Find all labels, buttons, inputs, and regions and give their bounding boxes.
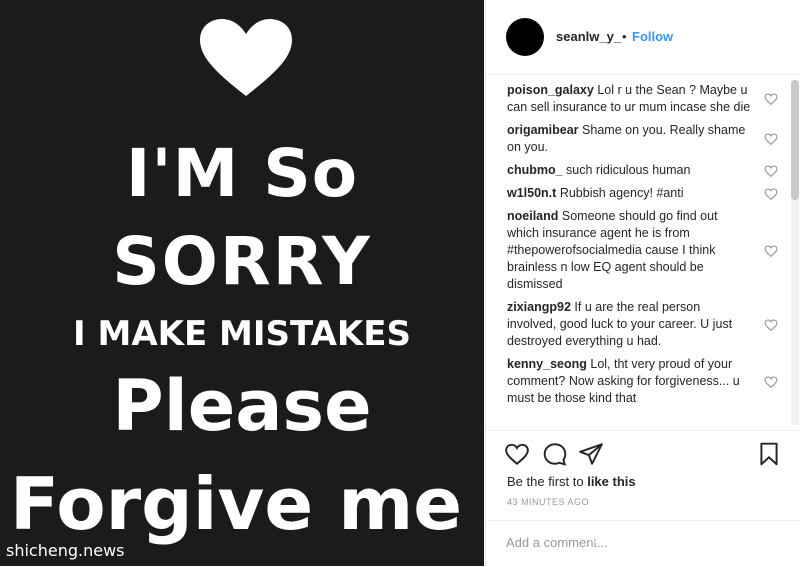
list-item: w1l50n.t Rubbish agency! #anti <box>486 185 786 202</box>
heart-icon[interactable] <box>764 92 778 106</box>
separator-dot: • <box>622 29 627 44</box>
timestamp[interactable]: 43 MINUTES AGO <box>507 497 589 507</box>
watermark: shicheng.news <box>6 541 125 560</box>
comment-username[interactable]: chubmo_ <box>507 163 563 177</box>
heart-icon[interactable] <box>764 375 778 389</box>
poster-text-line: Please <box>112 365 372 447</box>
heart-icon[interactable] <box>764 318 778 332</box>
comment-icon[interactable] <box>542 441 568 467</box>
comment-username[interactable]: kenny_seong <box>507 357 587 371</box>
heart-icon[interactable] <box>504 441 530 467</box>
comment-list: poison_galaxy Lol r u the Sean ? Maybe u… <box>486 76 786 428</box>
watermark: 新加坡红蚂蚁 <box>614 530 705 548</box>
poster-text-line: Forgive me <box>9 462 463 546</box>
post-sidebar: seanlw_y_ • Follow poison_galaxy Lol r u… <box>485 0 800 566</box>
post-image[interactable]: I'M So SORRY I MAKE MISTAKES Please Forg… <box>0 0 484 566</box>
scrollbar-thumb[interactable] <box>791 80 799 200</box>
comment-username[interactable]: noeiland <box>507 209 558 223</box>
list-item: origamibear Shame on you. Really shame o… <box>486 122 786 156</box>
heart-icon[interactable] <box>764 132 778 146</box>
list-item: noeiland Someone should go find out whic… <box>486 208 786 293</box>
action-bar <box>486 430 800 475</box>
follow-button[interactable]: Follow <box>632 29 673 44</box>
comment-text: such ridiculous human <box>566 163 691 177</box>
wechat-icon <box>589 529 609 545</box>
comment-username[interactable]: origamibear <box>507 123 579 137</box>
add-comment-bar: Add a comment... 新加坡红蚂蚁 <box>486 520 800 567</box>
heart-icon[interactable] <box>764 187 778 201</box>
heart-icon[interactable] <box>764 164 778 178</box>
like-this-link[interactable]: like this <box>587 474 635 489</box>
post-header: seanlw_y_ • Follow <box>486 0 800 75</box>
comments-scrollbar[interactable] <box>791 80 799 425</box>
comment-text: Rubbish agency! #anti <box>559 186 684 200</box>
list-item: kenny_seong Lol, tht very proud of your … <box>486 356 786 407</box>
comment-username[interactable]: poison_galaxy <box>507 83 594 97</box>
poster-text-line: I MAKE MISTAKES <box>73 314 411 354</box>
avatar[interactable] <box>506 18 544 56</box>
share-icon[interactable] <box>578 441 604 467</box>
likes-text: Be the first to like this <box>507 474 636 489</box>
heart-graphic <box>200 19 292 96</box>
list-item: zixiangp92 If u are the real person invo… <box>486 299 786 350</box>
comment-username[interactable]: zixiangp92 <box>507 300 571 314</box>
poster-text-line: I'M So <box>125 135 359 212</box>
likes-prefix: Be the first to <box>507 474 588 489</box>
poster-text-line: SORRY <box>112 223 372 300</box>
bookmark-icon[interactable] <box>756 441 782 467</box>
comment-username[interactable]: w1l50n.t <box>507 186 556 200</box>
list-item: poison_galaxy Lol r u the Sean ? Maybe u… <box>486 82 786 116</box>
username-link[interactable]: seanlw_y_ <box>556 29 621 44</box>
heart-icon[interactable] <box>764 244 778 258</box>
list-item: chubmo_ such ridiculous human <box>486 162 786 179</box>
